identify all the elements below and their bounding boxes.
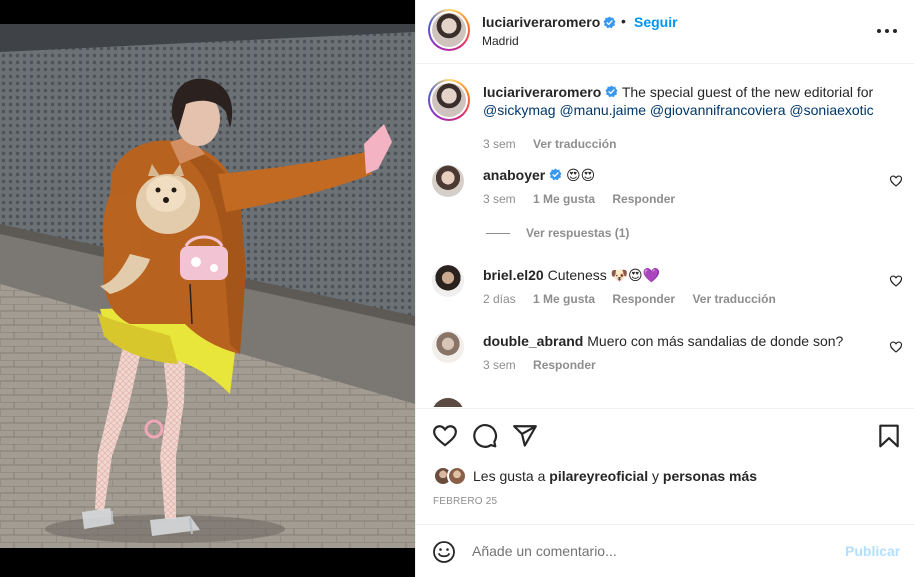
share-paper-plane-icon[interactable]	[512, 423, 538, 449]
comment-meta: 2 días 1 Me gusta Responder Ver traducci…	[483, 292, 790, 306]
like-comment-heart-icon[interactable]	[889, 174, 903, 188]
reply-button[interactable]: Responder	[612, 292, 675, 306]
verified-badge-icon	[605, 85, 618, 98]
likes-summary: Les gusta a pilareyreoficial y personas …	[433, 465, 757, 487]
caption-body: The special guest of the new editorial f…	[621, 84, 874, 100]
translate-button[interactable]: Ver traducción	[692, 292, 775, 306]
caption-meta: 3 sem Ver traducción	[483, 137, 630, 151]
caption-time[interactable]: 3 sem	[483, 137, 516, 151]
replies-divider-line	[486, 233, 510, 235]
more-dot	[893, 29, 897, 33]
comment-time[interactable]: 2 días	[483, 292, 516, 306]
add-comment-bar: Publicar	[416, 524, 914, 577]
post-caption: luciariveraromero The special guest of t…	[416, 77, 914, 151]
like-heart-icon[interactable]	[432, 423, 458, 449]
likes-user[interactable]: pilareyreoficial	[549, 468, 648, 484]
post-header: luciariveraromero • Seguir Madrid	[416, 0, 914, 64]
comment-time[interactable]: 3 sem	[483, 192, 516, 206]
like-comment-heart-icon[interactable]	[889, 274, 903, 288]
author-username[interactable]: luciariveraromero	[482, 14, 600, 30]
comment-meta: 3 sem 1 Me gusta Responder	[483, 192, 689, 206]
comment-likes[interactable]: 1 Me gusta	[533, 292, 595, 306]
comment-username[interactable]: anaboyer	[483, 167, 545, 183]
comment-avatar[interactable]	[432, 331, 464, 363]
comment-likes[interactable]: 1 Me gusta	[533, 192, 595, 206]
comment-body: 😍😍	[566, 167, 596, 183]
author-avatar-image	[432, 13, 466, 47]
likes-text: Les gusta a pilareyreoficial y personas …	[473, 468, 757, 484]
comment-meta: 3 sem Responder	[483, 358, 610, 372]
comment-text: briel.el20 Cuteness 🐶😍💜	[483, 266, 903, 284]
comment-input[interactable]	[472, 539, 832, 563]
post-actions: Les gusta a pilareyreoficial y personas …	[416, 408, 914, 524]
likes-prefix: Les gusta a	[473, 468, 546, 484]
view-replies-label: Ver respuestas (1)	[526, 226, 630, 240]
caption-username[interactable]: luciariveraromero	[483, 84, 601, 100]
comment-avatar[interactable]	[432, 398, 464, 407]
follow-button[interactable]: Seguir	[634, 14, 678, 30]
more-dot	[885, 29, 889, 33]
likes-middle: y	[652, 468, 659, 484]
post-photo[interactable]	[0, 24, 415, 548]
caption-translate-link[interactable]: Ver traducción	[533, 137, 616, 151]
liker-avatar[interactable]	[447, 466, 467, 486]
verified-badge-icon	[603, 16, 616, 29]
post-location[interactable]: Madrid	[482, 34, 519, 48]
instagram-post-modal: luciariveraromero • Seguir Madrid luciar…	[0, 0, 914, 577]
comment-body: Cuteness 🐶😍💜	[547, 267, 661, 283]
post-photo-illustration	[0, 24, 415, 548]
comment-username[interactable]: double_abrand	[483, 333, 583, 349]
post-date[interactable]: FEBRERO 25	[433, 496, 497, 507]
caption-mentions[interactable]: @sickymag @manu.jaime @giovannifrancovie…	[483, 102, 874, 118]
comment-username[interactable]: briel.el20	[483, 267, 544, 283]
author-avatar[interactable]	[428, 9, 470, 51]
post-details-panel: luciariveraromero • Seguir Madrid luciar…	[415, 0, 914, 577]
emoji-smiley-icon[interactable]	[432, 540, 456, 564]
view-replies-button[interactable]: Ver respuestas (1)	[486, 226, 629, 240]
caption-author-avatar[interactable]	[428, 79, 470, 121]
more-dot	[877, 29, 881, 33]
comment-text: double_abrand Muero con más sandalias de…	[483, 332, 903, 350]
reply-button[interactable]: Responder	[533, 358, 596, 372]
comment-text: anaboyer 😍😍	[483, 166, 903, 184]
reply-button[interactable]: Responder	[612, 192, 675, 206]
post-photo-frame	[0, 0, 415, 577]
likes-others[interactable]: personas más	[663, 468, 757, 484]
comment-avatar[interactable]	[432, 165, 464, 197]
comment-bubble-icon[interactable]	[472, 423, 498, 449]
caption-avatar-image	[432, 83, 466, 117]
comment-item: double_abrand Muero con más sandalias de…	[416, 331, 914, 381]
comment-time[interactable]: 3 sem	[483, 358, 516, 372]
comment-item: briel.el20 Cuteness 🐶😍💜 2 días 1 Me gust…	[416, 265, 914, 315]
verified-badge-icon	[549, 168, 562, 181]
caption-text: luciariveraromero The special guest of t…	[483, 83, 903, 119]
comment-body: Muero con más sandalias de donde son?	[587, 333, 844, 349]
save-bookmark-icon[interactable]	[876, 423, 902, 449]
separator-dot: •	[621, 13, 626, 29]
comments-list: luciariveraromero The special guest of t…	[416, 65, 914, 407]
comment-avatar[interactable]	[432, 265, 464, 297]
publish-button[interactable]: Publicar	[845, 543, 900, 559]
more-options-icon[interactable]	[877, 23, 897, 39]
like-comment-heart-icon[interactable]	[889, 340, 903, 354]
